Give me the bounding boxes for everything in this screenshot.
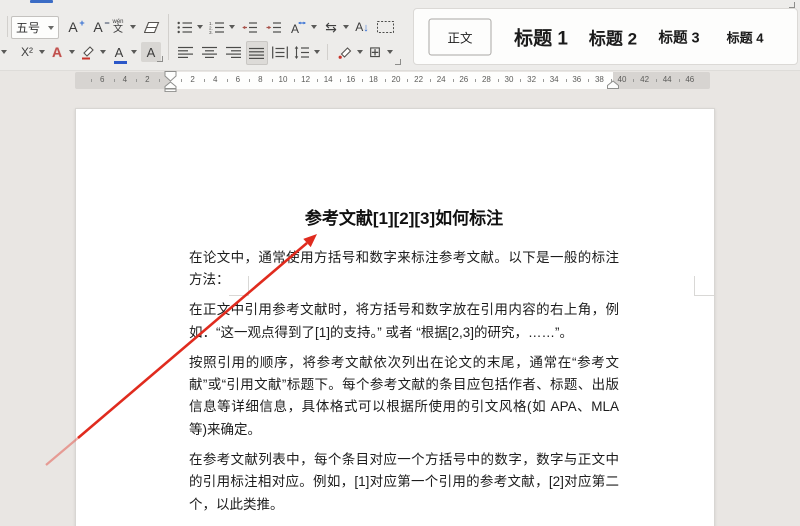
style-normal[interactable]: 正文 — [428, 18, 492, 55]
highlighter-icon — [81, 45, 94, 59]
distribute-button[interactable] — [270, 41, 290, 63]
swap-text-button[interactable]: ⇆ — [322, 16, 340, 38]
align-left-button[interactable] — [177, 41, 195, 63]
sort-icon: A↓ — [355, 20, 369, 34]
increase-indent-icon — [266, 21, 281, 33]
numbered-list-icon: 1.2.3. — [209, 21, 224, 34]
decrease-indent-icon — [242, 21, 257, 33]
document-page[interactable]: 参考文献[1][2][3]如何标注 在论文中，通常使用方括号和数字来标注参考文献… — [75, 108, 715, 526]
character-scale-button[interactable]: A — [288, 16, 308, 38]
hanging-indent-marker — [164, 81, 177, 89]
borders-icon: ⊞ — [368, 44, 382, 61]
justify-icon — [249, 47, 264, 59]
shading-button[interactable] — [336, 41, 354, 63]
increase-indent-button[interactable] — [264, 16, 284, 38]
align-right-icon — [226, 46, 241, 58]
font-name-dropdown[interactable] — [0, 41, 8, 63]
indent-markers[interactable] — [163, 70, 178, 92]
numbered-list-dropdown[interactable] — [227, 16, 236, 38]
horizontal-ruler[interactable]: 642 2 4 6 8 10 12 14 16 18 20 22 24 26 28 30 32 34 36 38 40… — [0, 72, 800, 89]
paragraph[interactable]: 按照引用的顺序，将参考文献依次列出在论文的末尾，通常在“参考文献”或“引用文献”… — [189, 352, 619, 442]
numbered-list-button[interactable]: 1. 2. 3. — [208, 16, 226, 38]
font-color-icon: A — [113, 45, 127, 64]
swap-arrows-icon: ⇆ — [325, 18, 337, 35]
shading-dropdown[interactable] — [355, 41, 364, 63]
margin-corner-mark-right — [694, 276, 714, 296]
document-text-area[interactable]: 参考文献[1][2][3]如何标注 在论文中，通常使用方括号和数字来标注参考文献… — [189, 204, 619, 526]
pinyin-icon: wén 文 — [112, 19, 124, 35]
left-indent-marker — [164, 88, 177, 92]
bullet-list-dropdown[interactable] — [195, 16, 204, 38]
line-spacing-dropdown[interactable] — [312, 41, 321, 63]
swap-text-dropdown[interactable] — [341, 16, 350, 38]
font-color-dropdown[interactable] — [129, 41, 138, 63]
font-color-button[interactable]: A — [110, 41, 128, 64]
line-spacing-icon — [294, 45, 309, 59]
bullet-list-button[interactable] — [176, 16, 194, 38]
pinyin-guide-dropdown[interactable] — [128, 16, 137, 38]
paragraph[interactable]: 在论文中，通常使用方括号和数字来标注参考文献。以下是一般的标注方法： — [189, 247, 619, 292]
group-expand-icon[interactable] — [157, 56, 163, 62]
group-expand-icon[interactable] — [395, 59, 401, 65]
align-left-icon — [178, 46, 193, 58]
app-window: 五号 A + A − wén 文 1. 2. 3. A ⇆ A↓ X² A A … — [0, 0, 800, 526]
distribute-icon — [272, 46, 288, 58]
decrease-indent-button[interactable] — [240, 16, 260, 38]
dashed-frame-icon — [376, 21, 394, 33]
active-tab-indicator — [30, 0, 53, 3]
toolbar-separator — [327, 44, 328, 60]
ribbon-toolbar: 五号 A + A − wén 文 1. 2. 3. A ⇆ A↓ X² A A … — [0, 0, 800, 71]
text-effects-button[interactable]: A — [48, 41, 66, 63]
align-center-icon — [202, 46, 217, 58]
highlight-button[interactable] — [79, 41, 97, 63]
superscript-dropdown[interactable] — [37, 41, 46, 63]
shading-icon — [338, 46, 352, 59]
increase-font-button[interactable]: A + — [62, 16, 84, 38]
ruler-right-margin — [613, 72, 710, 89]
font-size-select[interactable]: 五号 — [11, 16, 59, 39]
right-indent-marker[interactable] — [606, 80, 620, 90]
highlight-dropdown[interactable] — [98, 41, 107, 63]
text-frame-button[interactable] — [375, 16, 395, 38]
character-scale-icon: A — [291, 21, 306, 34]
font-name-combo-edge — [7, 16, 8, 37]
clear-format-button[interactable] — [141, 16, 163, 38]
align-center-button[interactable] — [201, 41, 219, 63]
first-line-indent-marker — [164, 71, 177, 82]
text-effects-dropdown[interactable] — [67, 41, 76, 63]
style-heading-2[interactable]: 标题 2 — [589, 24, 637, 49]
style-heading-1[interactable]: 标题 1 — [514, 23, 568, 50]
line-spacing-button[interactable] — [293, 41, 311, 63]
svg-text:3.: 3. — [209, 30, 213, 34]
eraser-icon — [144, 21, 160, 33]
text-effects-icon: A — [51, 44, 63, 60]
bullet-list-icon — [177, 21, 192, 33]
justify-button[interactable] — [246, 41, 268, 65]
font-size-value: 五号 — [15, 21, 40, 35]
character-scale-dropdown[interactable] — [309, 16, 318, 38]
sort-button[interactable]: A↓ — [353, 16, 371, 38]
align-right-button[interactable] — [225, 41, 243, 63]
style-heading-3[interactable]: 标题 3 — [658, 26, 699, 47]
superscript-button[interactable]: X² — [16, 41, 38, 63]
decrease-font-button[interactable]: A − — [88, 16, 109, 38]
chevron-down-icon[interactable] — [44, 26, 58, 30]
pinyin-guide-button[interactable]: wén 文 — [108, 16, 128, 38]
paragraph[interactable]: 在参考文献列表中，每个条目对应一个方括号中的数字，数字与正文中的引用标注相对应。… — [189, 449, 619, 516]
borders-button[interactable]: ⊞ — [366, 41, 384, 63]
paragraph[interactable]: 在正文中引用参考文献时，将方括号和数字放在引用内容的右上角，例如：“这一观点得到… — [189, 299, 619, 344]
style-gallery: 正文 标题 1 标题 2 标题 3 标题 4 — [413, 8, 798, 65]
superscript-icon: X² — [21, 45, 33, 59]
svg-text:A: A — [291, 22, 299, 34]
toolbar-separator — [168, 14, 169, 60]
plus-icon: + — [79, 18, 85, 28]
document-title[interactable]: 参考文献[1][2][3]如何标注 — [189, 204, 619, 229]
arrow-tail — [45, 437, 79, 466]
style-heading-4[interactable]: 标题 4 — [727, 27, 764, 46]
borders-dropdown[interactable] — [385, 41, 394, 63]
